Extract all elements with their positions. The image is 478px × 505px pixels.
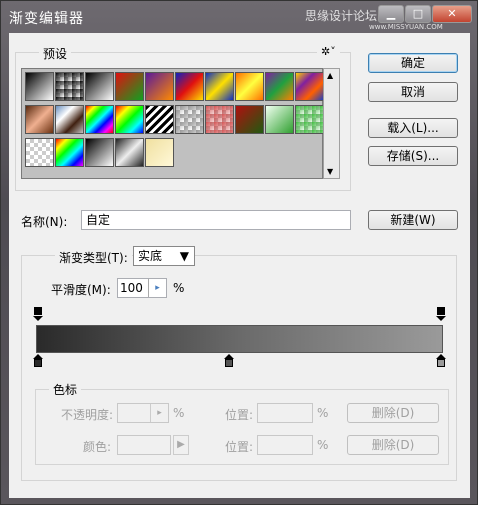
color-stop-left[interactable] [33,354,43,368]
preset-swatch-chrome[interactable] [55,105,84,134]
opacity-unit: % [173,406,185,420]
preset-swatch-blue-red-yellow[interactable] [175,72,204,101]
color-arrow-icon[interactable]: ▶ [173,435,189,455]
color-label: 颜色: [83,440,112,454]
opacity-location-unit: % [317,406,329,420]
close-icon[interactable]: ✕ [432,5,472,23]
preset-swatch-foreground-to-background[interactable] [25,72,54,101]
color-location-label: 位置: [225,440,254,454]
preset-swatch-copper[interactable] [25,105,54,134]
chevron-down-icon: ▼ [179,249,189,263]
gear-icon[interactable]: ✲˅ [317,45,340,58]
opacity-stop-left[interactable] [33,307,43,321]
stop-box [437,307,445,315]
load-button[interactable]: 载入(L)... [368,118,458,138]
color-stop-right[interactable] [436,354,446,368]
preset-swatch-transparent-rainbow[interactable] [115,105,144,134]
opacity-location-label: 位置: [225,408,254,422]
stop-box [34,359,42,367]
watermark-url: www.MISSYUAN.COM [369,23,443,31]
smoothness-arrow-icon[interactable]: ▸ [148,279,166,297]
preset-scrollbar[interactable]: ▲ ▼ [323,68,340,179]
new-button[interactable]: 新建(W) [368,210,458,230]
smoothness-input[interactable]: 100 ▸ [117,278,167,298]
smoothness-value: 100 [120,281,143,295]
title-bar: 渐变编辑器 思缘设计论坛 www.MISSYUAN.COM ▁ □ ✕ [1,1,477,31]
preset-swatch-black-white-2[interactable] [85,138,114,167]
preset-swatch-neutral-density[interactable] [175,105,204,134]
window-title: 渐变编辑器 [9,11,84,27]
color-swatch-field[interactable] [117,435,171,455]
preset-swatch-dark-red-green[interactable] [235,105,264,134]
delete-opacity-stop-button[interactable]: 删除(D) [347,403,439,423]
name-label: 名称(N): [21,215,68,229]
preset-swatch-transparent-stripes[interactable] [145,105,174,134]
preset-swatch-red-green[interactable] [115,72,144,101]
preset-swatch-red-transparent[interactable] [205,105,234,134]
preset-swatch-silver[interactable] [115,138,144,167]
color-location-input[interactable] [257,435,313,455]
stop-pointer-icon [33,316,43,321]
preset-swatch-violet-orange[interactable] [145,72,174,101]
scroll-up-icon[interactable]: ▲ [327,71,333,80]
minimize-icon[interactable]: ▁ [378,5,404,23]
scroll-down-icon[interactable]: ▼ [327,167,333,176]
opacity-arrow-icon[interactable]: ▸ [150,404,168,422]
cancel-button[interactable]: 取消 [368,82,458,102]
preset-swatch-blue-yellow-blue[interactable] [205,72,234,101]
delete-color-stop-button[interactable]: 删除(D) [347,435,439,455]
preset-swatch-green-transparent[interactable] [295,105,324,134]
preset-swatch-yellow-violet-orange-blue[interactable] [295,72,324,101]
preset-swatch-cream[interactable] [145,138,174,167]
stop-box [34,307,42,315]
preset-swatch-spectrum[interactable] [85,105,114,134]
preset-swatch-checker-1[interactable] [25,138,54,167]
gradient-type-select[interactable]: 实底 ▼ [133,246,195,266]
stop-box [225,359,233,367]
stop-box [437,359,445,367]
gradient-bar[interactable] [36,325,443,353]
preset-swatch-rainbow-2[interactable] [55,138,84,167]
gradient-type-label: 渐变类型(T): [55,249,132,266]
maximize-icon[interactable]: □ [405,5,431,23]
opacity-location-input[interactable] [257,403,313,423]
opacity-label: 不透明度: [61,408,114,422]
preset-swatch-black-white[interactable] [85,72,114,101]
gradient-editor-window: 渐变编辑器 思缘设计论坛 www.MISSYUAN.COM ▁ □ ✕ 预设 ✲… [0,0,478,505]
stop-pointer-icon [436,316,446,321]
watermark-text: 思缘设计论坛 [305,9,378,23]
name-field[interactable]: 自定 [81,210,351,230]
stops-legend: 色标 [49,381,82,398]
smoothness-label: 平滑度(M): [51,283,111,297]
color-stop-middle[interactable] [224,354,234,368]
preset-swatch-white-green[interactable] [265,105,294,134]
preset-swatch-foreground-to-transparent[interactable] [55,72,84,101]
save-button[interactable]: 存储(S)... [368,146,458,166]
smoothness-unit: % [173,281,185,295]
ok-button[interactable]: 确定 [368,53,458,73]
opacity-stop-right[interactable] [436,307,446,321]
gradient-type-value: 实底 [138,249,163,263]
preset-swatch-violet-green-orange[interactable] [265,72,294,101]
color-location-unit: % [317,438,329,452]
preset-swatch-orange-yellow-orange[interactable] [235,72,264,101]
opacity-input[interactable]: ▸ [117,403,169,423]
preset-swatches [21,68,324,179]
presets-label: 预设 [39,45,72,62]
